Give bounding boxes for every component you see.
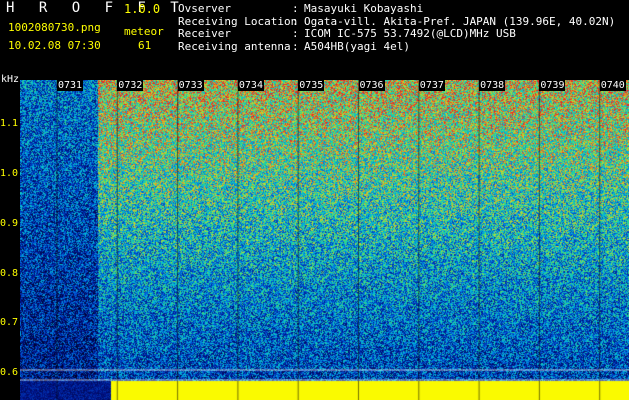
capture-datetime: 10.02.08 07:30 bbox=[8, 39, 101, 52]
y-tick-label: 0.9 bbox=[0, 218, 19, 229]
meteor-count-value: 61 bbox=[138, 39, 152, 52]
spectrogram-canvas bbox=[20, 80, 629, 400]
app-version: 1.0.0 bbox=[124, 2, 161, 16]
y-tick-label: 0.8 bbox=[0, 268, 19, 279]
info-row-receiver: Receiver: ICOM IC-575 53.7492(@LCD)MHz US… bbox=[178, 27, 615, 41]
x-tick-label: 0735 bbox=[298, 80, 325, 91]
station-info: Ovserver: Masayuki Kobayashi Receiving Lo… bbox=[178, 2, 615, 54]
info-colon: : bbox=[292, 27, 299, 40]
info-key: Ovserver bbox=[178, 2, 231, 15]
x-tick-label: 0738 bbox=[479, 80, 506, 91]
image-filename: 1002080730.png bbox=[8, 21, 101, 34]
x-tick-label: 0732 bbox=[117, 80, 144, 91]
x-tick-label: 0734 bbox=[237, 80, 264, 91]
header-panel: H R O F F T 1.0.0 1002080730.png 10.02.0… bbox=[0, 0, 629, 77]
x-tick-label: 0737 bbox=[418, 80, 445, 91]
x-tick-label: 0736 bbox=[358, 80, 385, 91]
y-tick-label: 1.1 bbox=[0, 118, 19, 129]
info-value: Masayuki Kobayashi bbox=[304, 2, 424, 15]
meteor-count-label: meteor bbox=[124, 25, 164, 38]
x-tick-label: 0739 bbox=[539, 80, 566, 91]
x-tick-label: 0731 bbox=[57, 80, 84, 91]
y-tick-label: 0.6 bbox=[0, 367, 19, 378]
y-tick-label: 0.7 bbox=[0, 317, 19, 328]
info-colon: : bbox=[292, 2, 299, 15]
info-row-antenna: Receiving antenna: A504HB(yagi 4el) bbox=[178, 39, 615, 54]
info-colon: : bbox=[292, 39, 299, 53]
x-tick-label: 0740 bbox=[599, 80, 626, 91]
info-value: A504HB(yagi 4el) bbox=[304, 39, 410, 53]
frequency-unit-label: kHz bbox=[1, 74, 20, 85]
x-tick-label: 0733 bbox=[177, 80, 204, 91]
info-value: ICOM IC-575 53.7492(@LCD)MHz USB bbox=[304, 27, 516, 40]
info-row-observer: Ovserver: Masayuki Kobayashi bbox=[178, 2, 615, 16]
y-tick-label: 1.0 bbox=[0, 168, 19, 179]
info-key: Receiver bbox=[178, 27, 231, 40]
info-key: Receiving antenna bbox=[178, 39, 291, 53]
